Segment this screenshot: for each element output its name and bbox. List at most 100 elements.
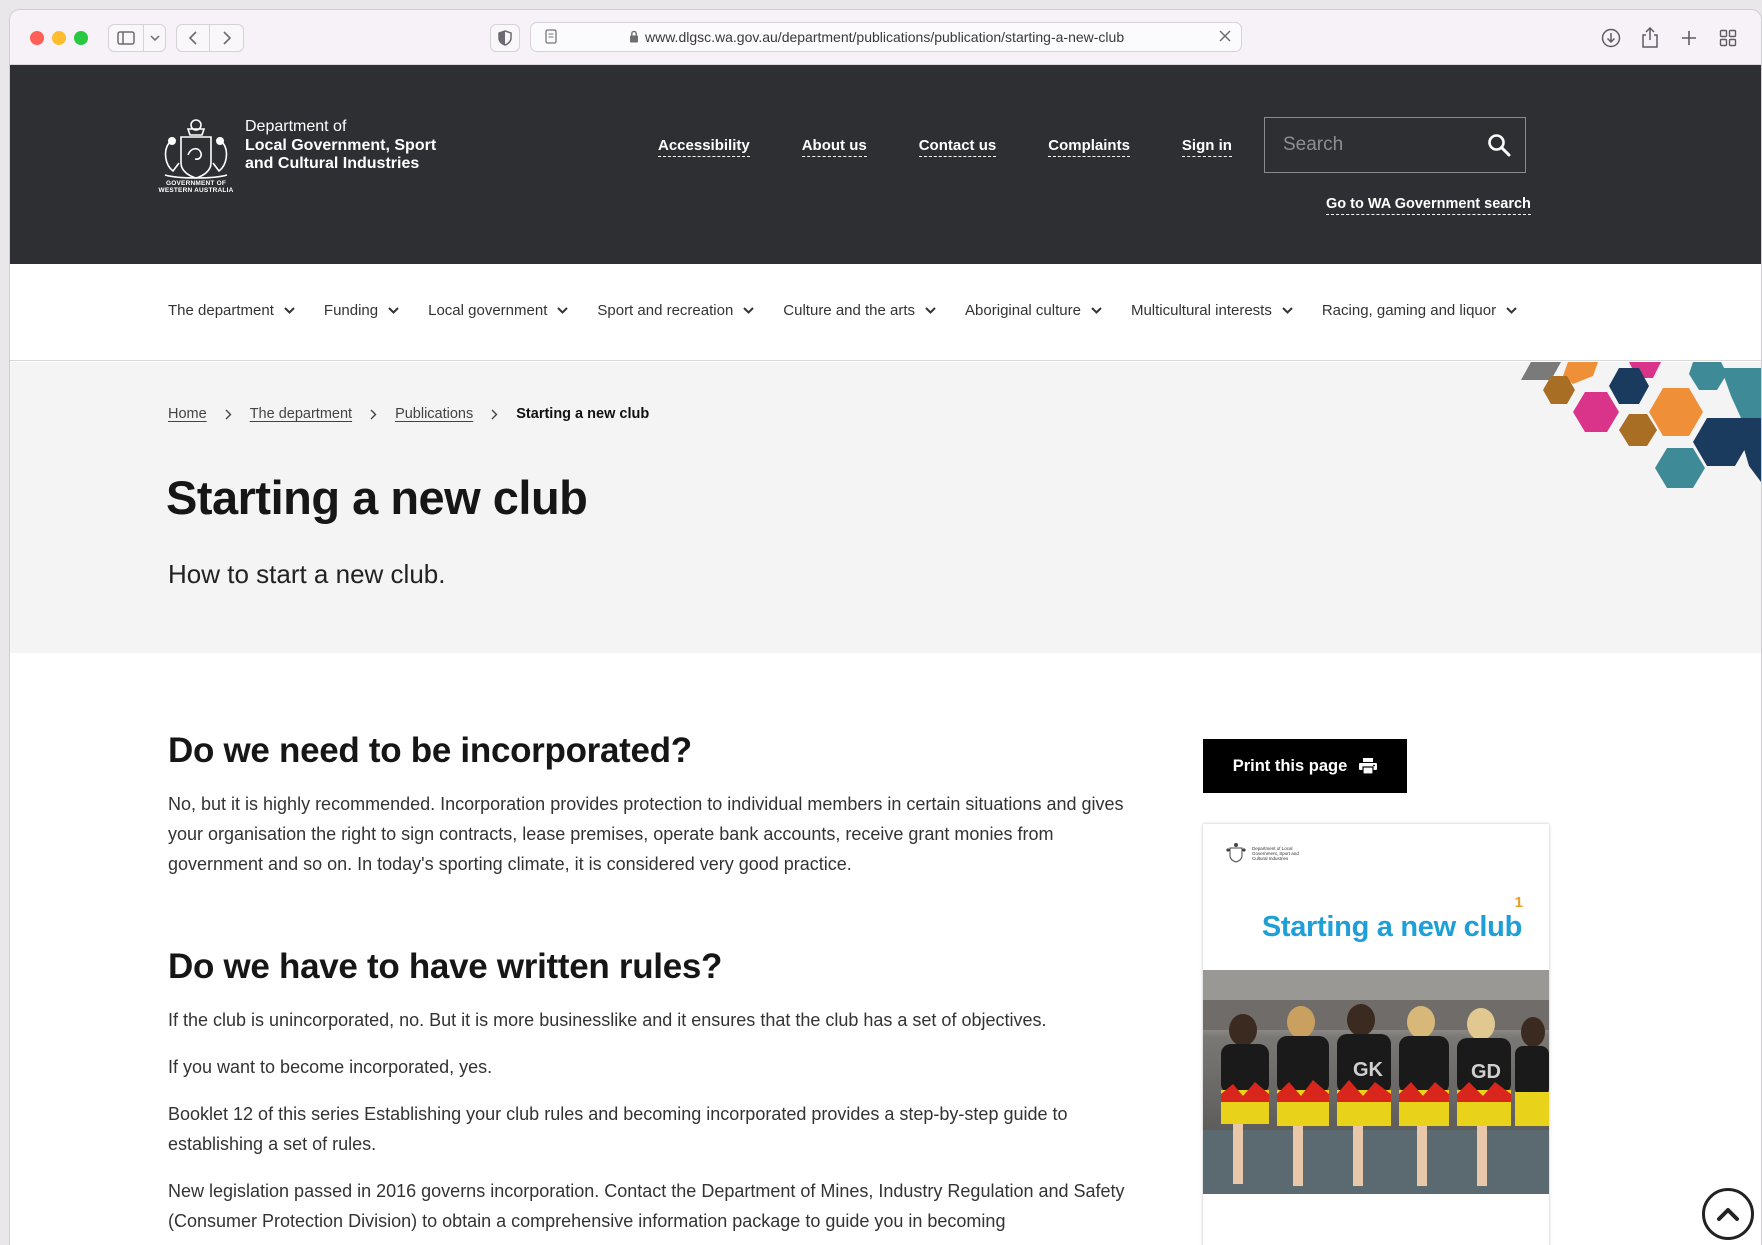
nav-item-label: Funding: [323, 302, 379, 319]
svg-text:GK: GK: [1353, 1059, 1384, 1081]
chevron-down-icon: [284, 307, 295, 314]
search-input[interactable]: [1265, 118, 1480, 172]
search-icon[interactable]: [1487, 133, 1511, 162]
zoom-window-button[interactable]: [74, 31, 88, 45]
scroll-to-top-button[interactable]: [1702, 1188, 1754, 1240]
nav-item-multicultural-interests[interactable]: Multicultural interests: [1131, 302, 1293, 319]
nav-item-label: Local government: [428, 302, 548, 319]
nav-item-aboriginal-culture[interactable]: Aboriginal culture: [965, 302, 1102, 319]
privacy-report-button[interactable]: [490, 24, 520, 52]
page-hero: Home The department Publications Startin…: [10, 362, 1761, 653]
netball-team-photo: GK GD: [1203, 970, 1549, 1194]
main-nav: The department Funding Local government …: [10, 264, 1761, 361]
nav-item-sport-and-recreation[interactable]: Sport and recreation: [597, 302, 755, 319]
chevron-right-icon: [491, 409, 498, 419]
paragraph: If you want to become incorporated, yes.: [168, 1057, 493, 1077]
reader-view-icon[interactable]: [545, 29, 557, 49]
chevron-right-icon: [225, 409, 232, 419]
printer-icon: [1359, 758, 1378, 774]
downloads-button[interactable]: [1596, 24, 1626, 52]
minimize-window-button[interactable]: [52, 31, 66, 45]
booklet-logo-text: Department of Local Government, Sport an…: [1252, 845, 1299, 861]
search-box: [1264, 117, 1526, 173]
chevron-down-icon: [388, 307, 399, 314]
breadcrumb-current: Starting a new club: [516, 406, 650, 422]
booklet-logo: Department of Local Government, Sport an…: [1225, 842, 1312, 864]
new-tab-button[interactable]: [1674, 24, 1704, 52]
back-button[interactable]: [176, 24, 210, 52]
nav-item-local-government[interactable]: Local government: [428, 302, 569, 319]
chevron-down-icon: [149, 35, 160, 41]
dept-name-line1: Department of: [245, 118, 347, 135]
utility-nav: Accessibility About us Contact us Compla…: [658, 137, 1232, 157]
address-bar[interactable]: www.dlgsc.wa.gov.au/department/publicati…: [530, 22, 1242, 52]
wa-government-search-link[interactable]: Go to WA Government search: [1326, 196, 1531, 215]
nav-item-label: Sport and recreation: [597, 302, 734, 319]
util-link-sign-in[interactable]: Sign in: [1181, 137, 1232, 157]
chevron-down-icon: [925, 307, 936, 314]
chevron-left-icon: [189, 31, 197, 45]
main-content: Do we need to be incorporated? No, but i…: [10, 653, 1761, 1245]
breadcrumb: Home The department Publications Startin…: [168, 406, 649, 422]
close-icon[interactable]: [1219, 29, 1231, 47]
nav-item-label: Culture and the arts: [783, 302, 916, 319]
util-link-contact-us[interactable]: Contact us: [918, 137, 997, 157]
wa-crest-icon: [1226, 843, 1246, 863]
booklet-number: 1: [1514, 894, 1523, 911]
site-logo[interactable]: GOVERNMENT OF WESTERN AUSTRALIA Departme…: [155, 113, 455, 197]
download-icon: [1601, 28, 1621, 48]
nav-item-culture-and-the-arts[interactable]: Culture and the arts: [783, 302, 936, 319]
sidebar-icon: [117, 31, 135, 45]
hexagon-pattern-decoration: [1521, 362, 1761, 488]
nav-item-funding[interactable]: Funding: [324, 302, 399, 319]
breadcrumb-the-department[interactable]: The department: [250, 406, 352, 422]
paragraph: Booklet 12 of this series Establishing y…: [168, 1104, 1068, 1154]
browser-window: www.dlgsc.wa.gov.au/department/publicati…: [10, 10, 1761, 1245]
forward-button[interactable]: [210, 24, 244, 52]
nav-item-racing-gaming-and-liquor[interactable]: Racing, gaming and liquor: [1322, 302, 1517, 319]
util-link-accessibility[interactable]: Accessibility: [658, 137, 750, 157]
nav-item-label: The department: [168, 302, 274, 319]
chevron-down-icon: [1506, 307, 1517, 314]
svg-text:GD: GD: [1471, 1061, 1501, 1083]
chevron-down-icon: [1091, 307, 1102, 314]
close-window-button[interactable]: [30, 31, 44, 45]
sidebar-toggle-button[interactable]: [108, 24, 144, 52]
nav-item-label: Multicultural interests: [1130, 302, 1272, 319]
share-icon: [1642, 27, 1658, 48]
lock-icon: [629, 30, 639, 48]
page-subtitle: How to start a new club.: [168, 559, 446, 589]
plus-icon: [1682, 31, 1696, 45]
print-button-label: Print this page: [1232, 756, 1348, 775]
util-link-about-us[interactable]: About us: [801, 137, 867, 157]
grid-icon: [1719, 29, 1737, 47]
paragraph: No, but it is highly recommended. Incorp…: [168, 794, 1124, 874]
section-heading-written-rules: Do we have to have written rules?: [168, 947, 723, 986]
shield-icon: [498, 30, 512, 46]
paragraph: If the club is unincorporated, no. But i…: [168, 1010, 1047, 1030]
url-text[interactable]: www.dlgsc.wa.gov.au/department/publicati…: [645, 29, 1124, 45]
print-page-button[interactable]: Print this page: [1203, 739, 1407, 793]
paragraph: New legislation passed in 2016 governs i…: [168, 1181, 1125, 1231]
chevron-down-icon: [743, 307, 755, 314]
chevron-down-icon: [1282, 307, 1293, 314]
booklet-title: Starting a new club: [1261, 911, 1522, 943]
browser-toolbar: www.dlgsc.wa.gov.au/department/publicati…: [10, 10, 1761, 65]
util-link-complaints[interactable]: Complaints: [1048, 137, 1130, 157]
site-header: GOVERNMENT OF WESTERN AUSTRALIA Departme…: [10, 65, 1761, 264]
dept-name-line3: and Cultural Industries: [245, 155, 420, 172]
breadcrumb-home[interactable]: Home: [168, 406, 207, 422]
section-heading-incorporated: Do we need to be incorporated?: [168, 731, 692, 770]
dept-name-line2: Local Government, Sport: [245, 137, 437, 154]
publication-cover-image[interactable]: Department of Local Government, Sport an…: [1203, 824, 1549, 1245]
chevron-right-icon: [222, 31, 231, 45]
breadcrumb-publications[interactable]: Publications: [395, 406, 473, 422]
tab-overview-button[interactable]: [1713, 24, 1743, 52]
chevron-down-icon: [557, 307, 569, 314]
nav-item-the-department[interactable]: The department: [168, 302, 295, 319]
tab-group-dropdown[interactable]: [144, 24, 166, 52]
chevron-up-icon: [1717, 1208, 1739, 1221]
share-button[interactable]: [1635, 24, 1665, 52]
page-title: Starting a new club: [166, 471, 588, 524]
nav-item-label: Racing, gaming and liquor: [1321, 302, 1497, 319]
